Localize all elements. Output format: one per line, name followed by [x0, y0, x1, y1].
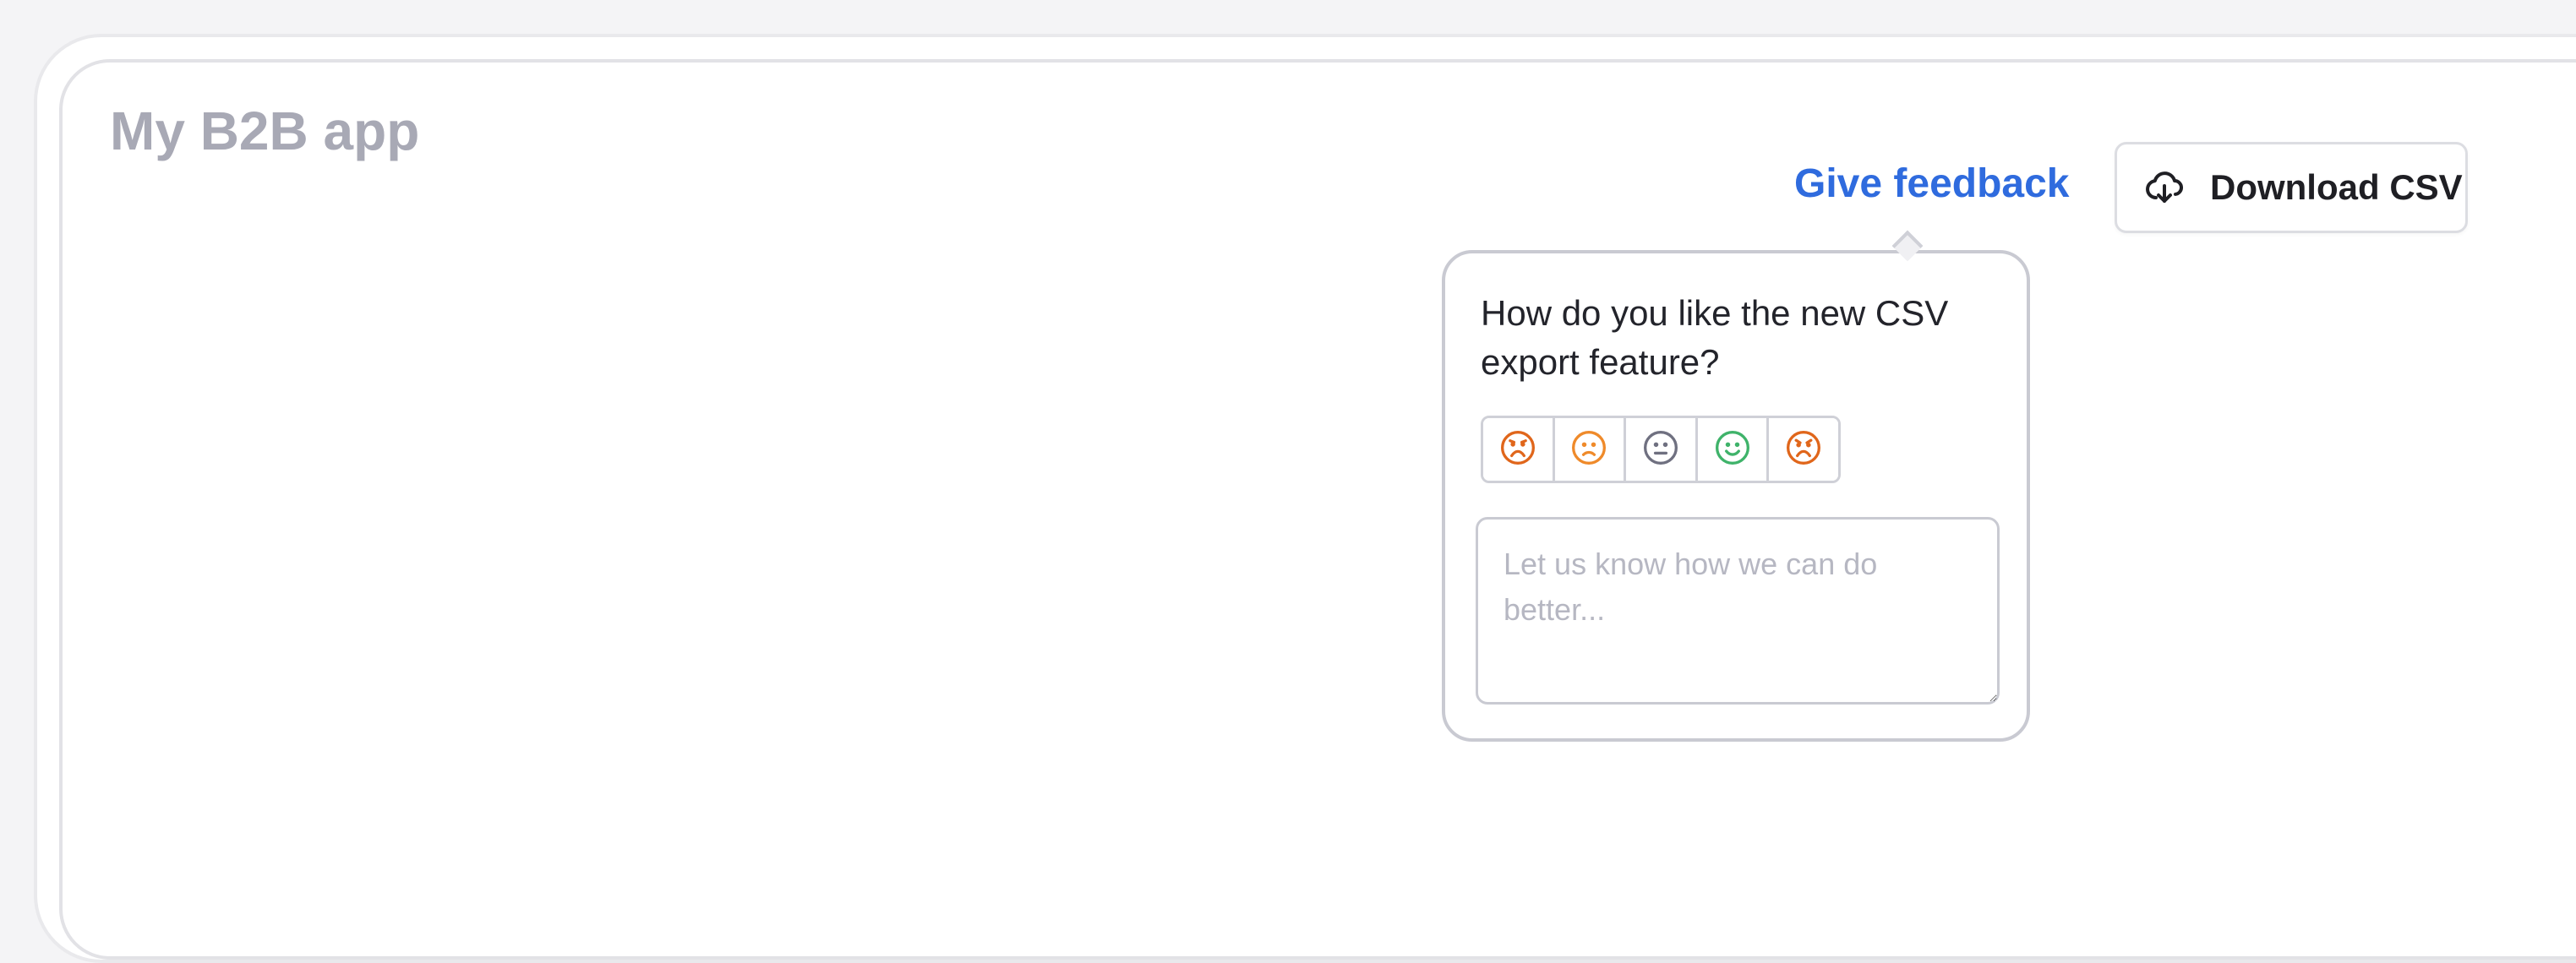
feedback-comment-textarea[interactable]	[1476, 517, 2000, 705]
app-title: My B2B app	[110, 101, 420, 161]
download-csv-button[interactable]: Download CSV	[2115, 142, 2468, 233]
feedback-question: How do you like the new CSV export featu…	[1481, 293, 1949, 382]
rating-option-very-sad[interactable]	[1483, 418, 1555, 481]
rating-option-angry[interactable]	[1769, 418, 1838, 481]
neutral-face-icon	[1642, 429, 1679, 471]
cloud-download-icon	[2144, 167, 2185, 208]
happy-face-icon	[1714, 429, 1751, 471]
give-feedback-link[interactable]: Give feedback	[1794, 160, 2070, 207]
rating-option-happy[interactable]	[1697, 418, 1770, 481]
rating-option-sad[interactable]	[1554, 418, 1627, 481]
rating-option-neutral[interactable]	[1626, 418, 1698, 481]
angry-face-icon	[1785, 429, 1822, 471]
rating-selector	[1481, 416, 1841, 483]
download-csv-label: Download CSV	[2210, 167, 2463, 207]
very-sad-face-icon	[1499, 429, 1536, 471]
feedback-popover: How do you like the new CSV export featu…	[1442, 250, 2030, 742]
sad-face-icon	[1570, 429, 1607, 471]
